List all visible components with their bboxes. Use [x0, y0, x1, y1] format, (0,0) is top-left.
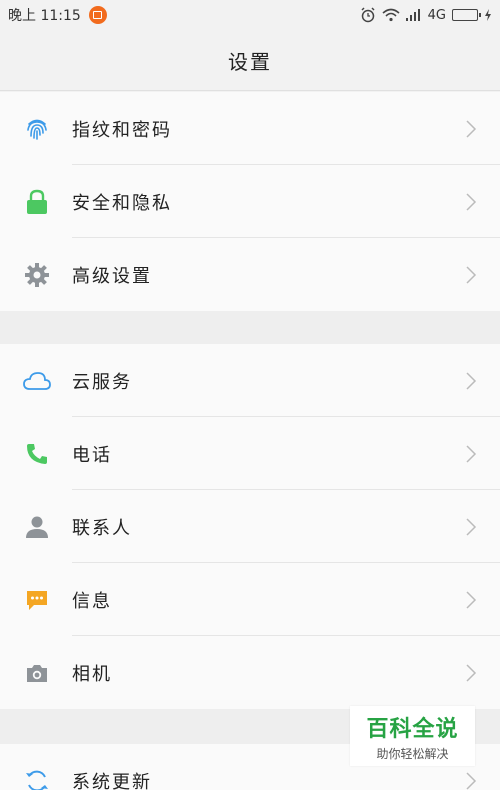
settings-item-messages[interactable]: 信息 [0, 563, 500, 636]
charging-icon [485, 9, 491, 21]
fingerprint-icon [23, 115, 51, 143]
settings-item-label: 电话 [72, 444, 112, 466]
chevron-right-icon [466, 444, 477, 463]
notification-icon [88, 6, 107, 24]
chevron-right-icon [466, 265, 477, 284]
wifi-icon [382, 8, 400, 22]
header: 设置 [0, 30, 500, 91]
phone-icon [23, 440, 51, 468]
status-time: 晚上 11:15 [8, 8, 81, 24]
settings-item-camera[interactable]: 相机 [0, 636, 500, 709]
chevron-right-icon [466, 663, 477, 682]
settings-item-advanced[interactable]: 高级设置 [0, 238, 500, 311]
settings-item-label: 系统更新 [72, 771, 152, 790]
settings-item-contacts[interactable]: 联系人 [0, 490, 500, 563]
settings-item-phone[interactable]: 电话 [0, 417, 500, 490]
chevron-right-icon [466, 192, 477, 211]
contact-icon [23, 513, 51, 541]
battery-icon [452, 9, 481, 21]
settings-item-label: 联系人 [72, 517, 132, 539]
message-icon [23, 586, 51, 614]
status-left: 晚上 11:15 [8, 5, 107, 25]
gear-icon [23, 261, 51, 289]
settings-item-label: 高级设置 [72, 265, 152, 287]
lock-icon [23, 188, 51, 216]
chevron-right-icon [466, 517, 477, 536]
page-title: 设置 [228, 49, 272, 74]
status-right: 4G [360, 7, 492, 23]
settings-item-label: 安全和隐私 [72, 192, 172, 214]
camera-icon [23, 659, 51, 687]
watermark-logo: 百科全说 助你轻松解决 [350, 706, 475, 766]
settings-item-label: 指纹和密码 [72, 119, 172, 141]
chevron-right-icon [466, 119, 477, 138]
network-type: 4G [427, 7, 446, 23]
settings-item-cloud[interactable]: 云服务 [0, 344, 500, 417]
chevron-right-icon [466, 771, 477, 790]
watermark-title: 百科全说 [366, 716, 459, 742]
sync-icon [23, 767, 51, 790]
status-bar: 晚上 11:15 4G [0, 0, 500, 30]
watermark-subtitle: 助你轻松解决 [376, 746, 449, 761]
signal-icon [405, 9, 420, 21]
settings-group-apps: 云服务 电话 联系人 信息 相机 [0, 344, 500, 709]
chevron-right-icon [466, 371, 477, 390]
settings-item-security-privacy[interactable]: 安全和隐私 [0, 165, 500, 238]
alarm-icon [361, 7, 375, 23]
chevron-right-icon [466, 590, 477, 609]
settings-item-label: 相机 [72, 663, 112, 685]
settings-item-label: 云服务 [72, 371, 132, 393]
cloud-icon [23, 367, 51, 395]
settings-item-label: 信息 [72, 590, 112, 612]
group-spacer [0, 311, 500, 344]
settings-group-security: 指纹和密码 安全和隐私 高级设置 [0, 92, 500, 311]
settings-item-fingerprint[interactable]: 指纹和密码 [0, 92, 500, 165]
